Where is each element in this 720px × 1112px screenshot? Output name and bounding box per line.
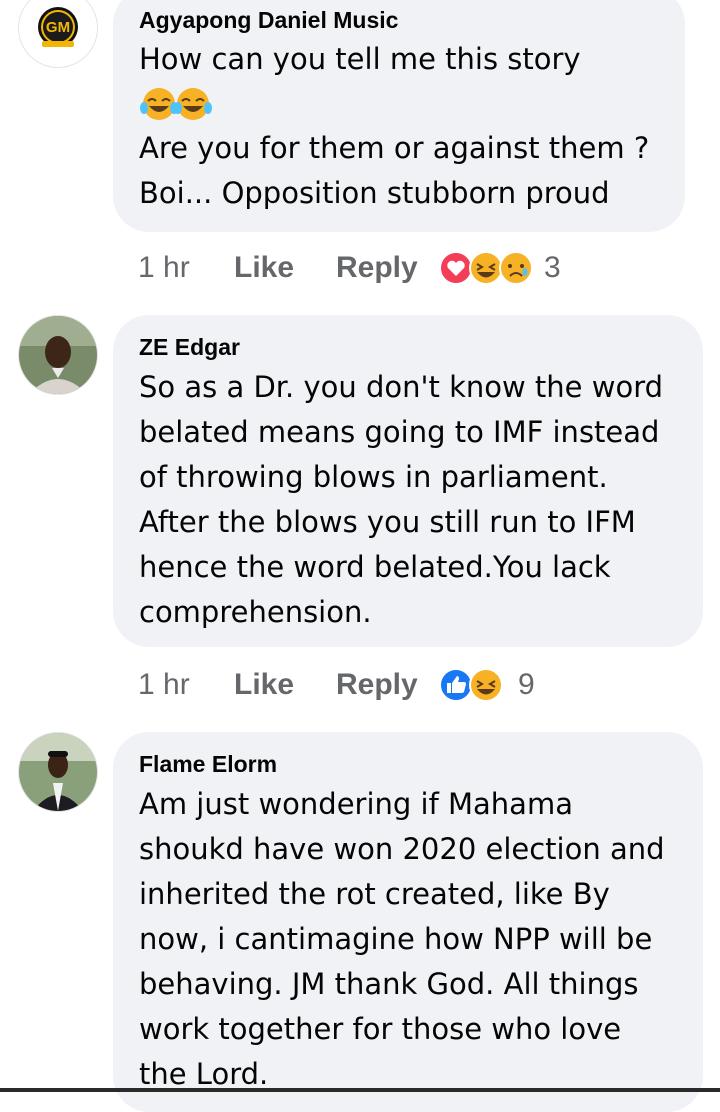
reply-button[interactable]: Reply (336, 248, 418, 288)
bottom-divider (0, 1088, 720, 1092)
comment-text-line: now, i cantimagine how NPP will be (139, 922, 653, 956)
comment-text-line: belated means going to IMF instead (139, 415, 660, 449)
comment-bubble[interactable]: Agyapong Daniel Music How can you tell m… (113, 0, 685, 232)
comment-timestamp[interactable]: 1 hr (138, 665, 190, 705)
avatar[interactable] (18, 315, 98, 395)
avatar[interactable]: GM (18, 0, 98, 68)
comment-text-line: of throwing blows in parliament. (139, 460, 608, 494)
reply-button[interactable]: Reply (336, 665, 418, 705)
reaction-count: 3 (544, 251, 561, 284)
comment-text-line: comprehension. (139, 595, 372, 629)
like-button[interactable]: Like (234, 665, 294, 705)
avatar-logo-text: GM (46, 19, 70, 36)
gm-logo-icon: GM (21, 0, 95, 65)
sad-reaction-icon (499, 251, 533, 285)
comment-author[interactable]: Flame Elorm (139, 750, 277, 778)
reaction-summary[interactable]: 9 (438, 665, 548, 705)
profile-photo-icon (19, 733, 97, 811)
like-button[interactable]: Like (234, 248, 294, 288)
profile-photo-icon (19, 316, 97, 394)
reaction-summary[interactable]: 3 (438, 248, 578, 288)
comment-text-line: inherited the rot created, like By (139, 877, 610, 911)
comment-author[interactable]: ZE Edgar (139, 333, 240, 361)
comment-text-line: work together for those who love (139, 1012, 622, 1046)
comment-text-line: behaving. JM thank God. All things (139, 967, 639, 1001)
haha-reaction-icon (469, 668, 503, 702)
comment-text-line: hence the word belated.You lack (139, 550, 611, 584)
comment-timestamp[interactable]: 1 hr (138, 248, 190, 288)
comment-text-line: Are you for them or against them ? (139, 131, 650, 165)
comment-text-line: How can you tell me this story (139, 42, 581, 76)
comment-text-line: Boi... Opposition stubborn proud (139, 176, 610, 210)
reaction-count: 9 (518, 668, 535, 701)
comment-text-line: So as a Dr. you don't know the word (139, 370, 664, 404)
comment-author[interactable]: Agyapong Daniel Music (139, 6, 398, 34)
comment-bubble[interactable]: Flame Elorm Am just wondering if Mahama … (113, 732, 703, 1112)
avatar[interactable] (18, 732, 98, 812)
comment-text-line: shoukd have won 2020 election and (139, 832, 665, 866)
comment-text-line: After the blows you still run to IFM (139, 505, 636, 539)
comment-bubble[interactable]: ZE Edgar So as a Dr. you don't know the … (113, 315, 703, 647)
laughing-tears-emoji-icon (174, 88, 212, 120)
comment-text-line: Am just wondering if Mahama (139, 787, 573, 821)
